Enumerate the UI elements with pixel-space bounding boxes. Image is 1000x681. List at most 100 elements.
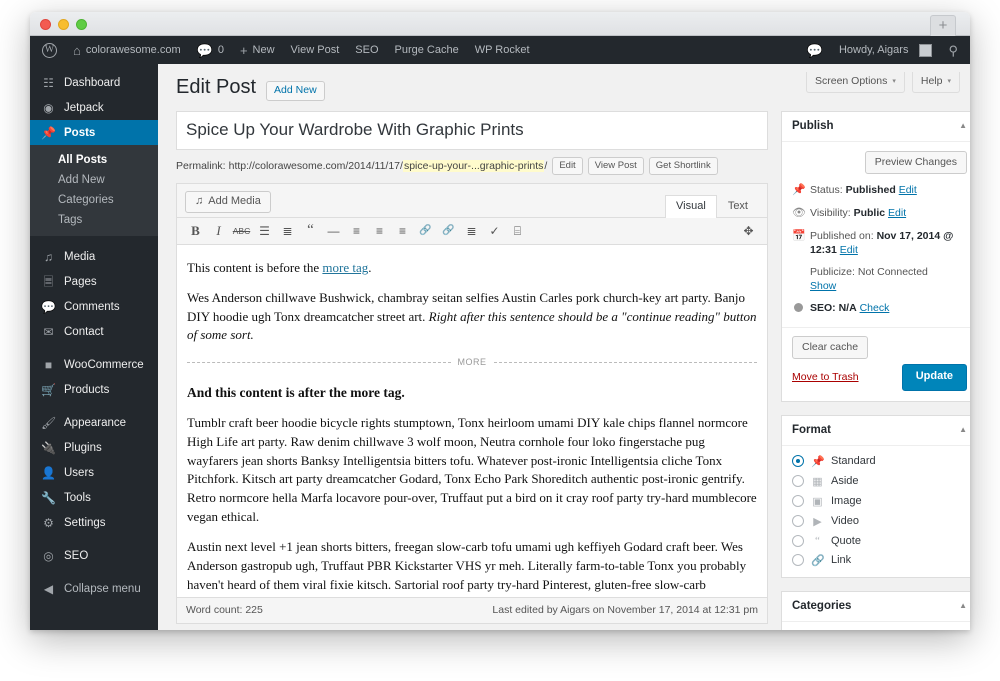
more-tag-link[interactable]: more tag: [322, 260, 368, 275]
edit-visibility-link[interactable]: Edit: [888, 207, 906, 219]
sidebar-item-all-posts[interactable]: All Posts: [30, 150, 158, 170]
format-option-link[interactable]: 🔗 Link: [792, 554, 967, 567]
view-post-button[interactable]: View Post: [587, 156, 644, 175]
tab-text[interactable]: Text: [717, 195, 759, 218]
new-tab-button[interactable]: +: [930, 15, 956, 36]
sidebar-item-woocommerce[interactable]: ■ WooCommerce: [30, 352, 158, 377]
help-button[interactable]: Help ▾: [911, 72, 960, 93]
sidebar-item-pages[interactable]: 🗏 Pages: [30, 269, 158, 294]
format-box-header[interactable]: Format ▲: [782, 416, 970, 446]
preview-changes-button[interactable]: Preview Changes: [864, 150, 967, 175]
update-button[interactable]: Update: [901, 364, 967, 391]
move-to-trash-link[interactable]: Move to Trash: [792, 371, 859, 383]
adminbar-new[interactable]: + New: [232, 36, 283, 64]
categories-box-body: All Categories Most Used Trends & Cravin…: [782, 622, 970, 631]
sidebar-item-posts[interactable]: 📌 Posts: [30, 120, 158, 145]
format-option-image[interactable]: ▣ Image: [792, 495, 967, 508]
adminbar-notifications[interactable]: 💬: [799, 36, 831, 64]
chevron-down-icon: ▾: [947, 77, 951, 85]
window-controls[interactable]: [40, 19, 87, 30]
seo-check-link[interactable]: Check: [860, 302, 890, 314]
sidebar-item-plugins[interactable]: 🔌 Plugins: [30, 435, 158, 460]
bold-icon[interactable]: B: [185, 222, 206, 240]
strikethrough-icon[interactable]: ABC: [231, 222, 252, 240]
format-option-aside[interactable]: ▦ Aside: [792, 475, 967, 488]
chevron-up-icon[interactable]: ▲: [959, 425, 967, 434]
sidebar-item-dashboard[interactable]: ☷ Dashboard: [30, 70, 158, 95]
adminbar-view-post[interactable]: View Post: [283, 36, 348, 64]
edit-published-date-link[interactable]: Edit: [840, 244, 858, 256]
radio-image[interactable]: [792, 495, 804, 507]
categories-box-header[interactable]: Categories ▲: [782, 592, 970, 622]
sidebar-item-categories[interactable]: Categories: [30, 190, 158, 210]
publish-box-footer: Clear cache Move to Trash Update: [782, 327, 970, 400]
sidebar-item-add-new[interactable]: Add New: [30, 170, 158, 190]
radio-quote[interactable]: [792, 534, 804, 547]
sidebar-item-seo[interactable]: ◎ SEO: [30, 543, 158, 568]
insert-more-tag-icon[interactable]: ≣: [461, 222, 482, 240]
sidebar-item-comments[interactable]: 💬 Comments: [30, 294, 158, 319]
adminbar-right-group: 💬 Howdy, Aigars ⚲: [799, 36, 966, 64]
post-title-input[interactable]: [176, 110, 768, 150]
sidebar-collapse-menu[interactable]: ◀ Collapse menu: [30, 576, 158, 601]
chevron-up-icon[interactable]: ▲: [959, 121, 967, 130]
edit-permalink-button[interactable]: Edit: [552, 156, 583, 175]
align-left-icon[interactable]: ≡: [346, 222, 367, 240]
tab-visual[interactable]: Visual: [665, 194, 717, 218]
spellcheck-icon[interactable]: ✓: [484, 222, 505, 240]
edit-status-link[interactable]: Edit: [899, 184, 917, 196]
pin-icon: 📌: [792, 184, 806, 197]
radio-aside[interactable]: [792, 475, 804, 487]
format-option-standard[interactable]: 📌 Standard: [792, 455, 967, 468]
insert-link-icon[interactable]: 🔗: [415, 222, 436, 240]
publicize-show-link[interactable]: Show: [810, 280, 836, 292]
publish-box-header[interactable]: Publish ▲: [782, 112, 970, 142]
radio-video[interactable]: [792, 515, 804, 527]
sidebar-item-products[interactable]: 🛒 Products: [30, 377, 158, 402]
wordpress-logo-icon: W: [42, 42, 57, 58]
sidebar-item-contact[interactable]: ✉ Contact: [30, 319, 158, 344]
adminbar-purge-cache[interactable]: Purge Cache: [387, 36, 467, 64]
add-media-button[interactable]: ♫ Add Media: [185, 190, 271, 213]
format-option-quote[interactable]: “ Quote: [792, 534, 967, 547]
sidebar-item-tags[interactable]: Tags: [30, 210, 158, 230]
sidebar-item-users[interactable]: 👤 Users: [30, 460, 158, 485]
editor-content-area[interactable]: This content is before the more tag. Wes…: [177, 244, 767, 597]
radio-standard[interactable]: [792, 455, 804, 467]
minimize-window-button[interactable]: [58, 19, 69, 30]
align-center-icon[interactable]: ≡: [369, 222, 390, 240]
get-shortlink-button[interactable]: Get Shortlink: [648, 156, 718, 175]
radio-link[interactable]: [792, 554, 804, 566]
clear-cache-button[interactable]: Clear cache: [792, 336, 869, 360]
adminbar-wp-logo[interactable]: W: [34, 36, 65, 64]
sidebar-item-appearance[interactable]: 🖌 Appearance: [30, 410, 158, 435]
sidebar-item-media[interactable]: ♫ Media: [30, 244, 158, 269]
adminbar-comments[interactable]: 💬 0: [189, 36, 232, 64]
sidebar-item-settings[interactable]: ⚙ Settings: [30, 510, 158, 535]
horizontal-rule-icon[interactable]: —: [323, 222, 344, 240]
blockquote-icon[interactable]: “: [300, 222, 321, 240]
sidebar-item-tools[interactable]: 🔧 Tools: [30, 485, 158, 510]
add-new-button[interactable]: Add New: [266, 81, 325, 101]
chevron-up-icon[interactable]: ▲: [959, 601, 967, 610]
publish-box: Publish ▲ Preview Changes 📌 Status: Publ…: [781, 110, 970, 402]
sidebar-item-jetpack[interactable]: ◉ Jetpack: [30, 95, 158, 120]
format-option-video[interactable]: ▶ Video: [792, 515, 967, 528]
screen-options-button[interactable]: Screen Options ▾: [805, 72, 905, 93]
italic-icon[interactable]: I: [208, 222, 229, 240]
align-right-icon[interactable]: ≡: [392, 222, 413, 240]
adminbar-seo[interactable]: SEO: [347, 36, 386, 64]
adminbar-my-account[interactable]: Howdy, Aigars: [831, 36, 941, 64]
unlink-icon[interactable]: 🔗: [438, 222, 459, 240]
close-window-button[interactable]: [40, 19, 51, 30]
toolbar-toggle-icon[interactable]: ⌸: [507, 222, 528, 240]
preview-row: Preview Changes: [792, 150, 967, 175]
distraction-free-icon[interactable]: ✥: [738, 222, 759, 240]
bulleted-list-icon[interactable]: ☰: [254, 222, 275, 240]
adminbar-site-name[interactable]: ⌂ colorawesome.com: [65, 36, 189, 64]
adminbar-search[interactable]: ⚲: [940, 36, 966, 64]
adminbar-wp-rocket[interactable]: WP Rocket: [467, 36, 538, 64]
settings-icon: ⚙: [43, 515, 54, 530]
maximize-window-button[interactable]: [76, 19, 87, 30]
numbered-list-icon[interactable]: ≣: [277, 222, 298, 240]
